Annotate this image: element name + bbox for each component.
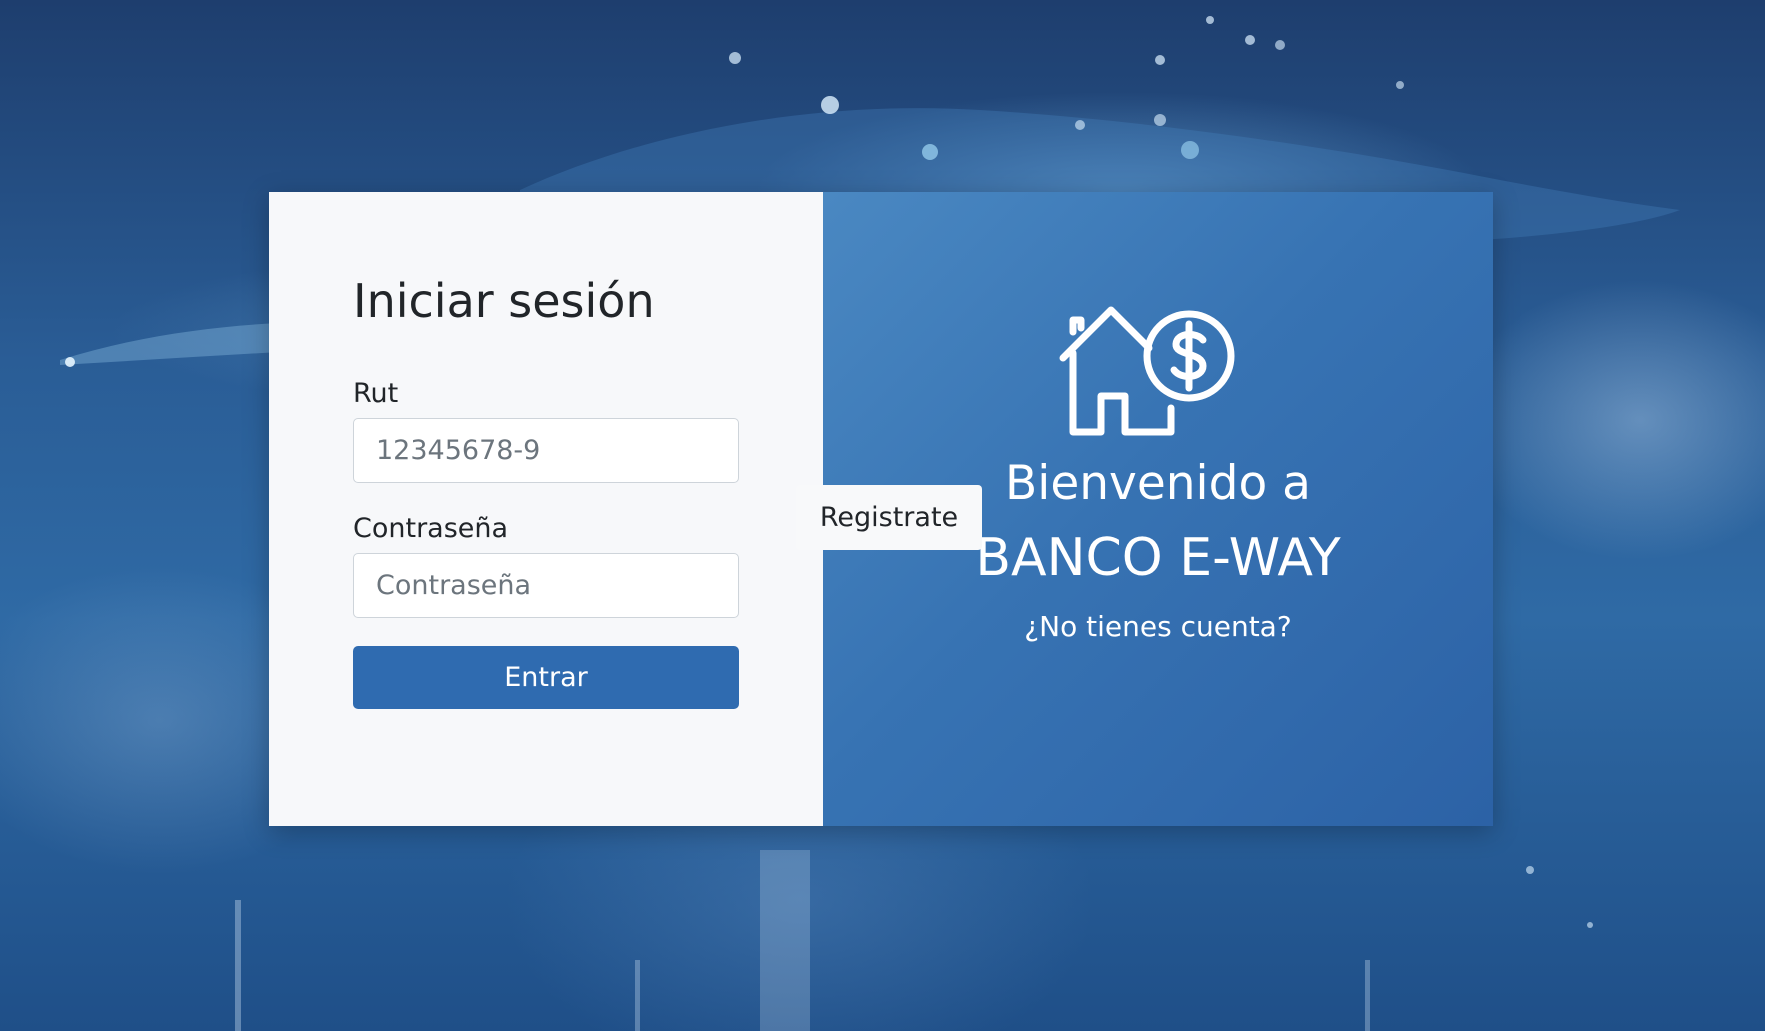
- register-button[interactable]: Registrate: [796, 485, 982, 550]
- login-button[interactable]: Entrar: [353, 646, 739, 709]
- no-account-text: ¿No tienes cuenta?: [1024, 610, 1292, 643]
- login-panel: Iniciar sesión Rut Contraseña Entrar: [269, 192, 823, 826]
- login-title: Iniciar sesión: [353, 274, 655, 328]
- house-dollar-icon: [1059, 306, 1235, 436]
- rut-input[interactable]: [353, 418, 739, 483]
- password-label: Contraseña: [353, 513, 509, 544]
- rut-label: Rut: [353, 378, 399, 409]
- password-input[interactable]: [353, 553, 739, 618]
